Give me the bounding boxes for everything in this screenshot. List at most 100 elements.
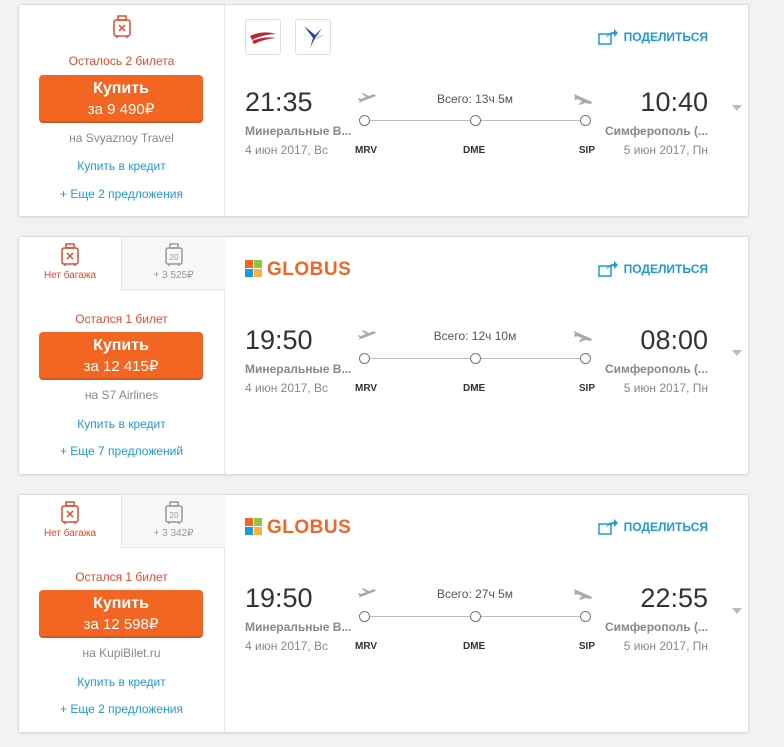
- buy-credit-link[interactable]: Купить в кредит: [19, 417, 224, 431]
- airline-logos: [245, 19, 341, 55]
- share-button[interactable]: ПОДЕЛИТЬСЯ: [597, 519, 708, 535]
- landing-icon: [574, 331, 592, 342]
- share-label: ПОДЕЛИТЬСЯ: [623, 520, 708, 534]
- tab-baggage-20kg[interactable]: 20 + 3 342₽: [121, 495, 225, 548]
- tab-baggage-20kg[interactable]: 20 + 3 525₽: [121, 237, 225, 290]
- airport-code-origin: MRV: [355, 641, 378, 652]
- share-label: ПОДЕЛИТЬСЯ: [623, 30, 708, 44]
- arrival-time: 22:55: [640, 583, 708, 613]
- airline-name: GLOBUS: [267, 259, 352, 280]
- airport-code-transfer: DME: [463, 383, 486, 394]
- vendor: на S7 Airlines: [84, 388, 159, 402]
- more-offers-link[interactable]: + Еще 2 предложения: [19, 187, 224, 201]
- no-baggage-icon: [61, 243, 79, 266]
- globus-logo-icon: [245, 260, 262, 277]
- buy-button[interactable]: Купить за 12 598₽: [39, 590, 203, 638]
- arrival-time: 08:00: [640, 325, 708, 355]
- globus-logo-icon: [245, 518, 262, 535]
- buy-label: Купить: [93, 337, 149, 354]
- total-duration: Всего: 27ч 5м: [437, 587, 513, 601]
- airline-name: GLOBUS: [267, 517, 352, 538]
- stop-dot: [359, 611, 370, 622]
- buy-button[interactable]: Купить за 12 415₽: [39, 332, 203, 380]
- airport-code-transfer: DME: [463, 145, 486, 156]
- airline-logo-2: [295, 19, 332, 55]
- landing-icon: [574, 589, 592, 600]
- landing-icon: [574, 94, 592, 105]
- baggage-20kg-icon: 20: [164, 501, 183, 524]
- airline-logo-1: [245, 19, 281, 55]
- baggage-extra-price: + 3 342₽: [153, 528, 194, 539]
- share-button[interactable]: ПОДЕЛИТЬСЯ: [597, 261, 708, 277]
- flight-info: ПОДЕЛИТЬСЯ 21:35 10:40 Минеральные В... …: [225, 5, 748, 216]
- airport-code-origin: MRV: [355, 383, 378, 394]
- stop-dot: [580, 353, 591, 364]
- stop-dot: [470, 115, 481, 126]
- vendor: на Svyaznoy Travel: [69, 131, 174, 145]
- more-offers-link[interactable]: + Еще 7 предложений: [19, 444, 224, 458]
- airport-code-transfer: DME: [463, 641, 486, 652]
- offer-panel: Нет багажа 20 + 3 342₽ Остался 1 билет К…: [19, 495, 225, 732]
- share-label: ПОДЕЛИТЬСЯ: [623, 262, 708, 276]
- baggage-tabs: Нет багажа 20 + 3 342₽: [19, 495, 225, 548]
- offer-panel: Осталось 2 билета Купить за 9 490₽ на Sv…: [19, 5, 225, 216]
- route-timeline: Всего: 27ч 5м MRV DME SIP: [355, 583, 595, 663]
- stop-dot: [470, 611, 481, 622]
- buy-button[interactable]: Купить за 9 490₽: [39, 75, 203, 123]
- stop-dot: [359, 115, 370, 126]
- expand-chevron-icon[interactable]: [732, 608, 742, 614]
- tab-no-baggage[interactable]: Нет багажа: [19, 237, 121, 289]
- airport-code-destination: SIP: [578, 383, 595, 394]
- arrival-city: Симферополь (...: [604, 362, 708, 376]
- vendor: на KupiBilet.ru: [82, 646, 161, 660]
- buy-credit-link[interactable]: Купить в кредит: [19, 159, 224, 173]
- baggage-extra-price: + 3 525₽: [153, 270, 194, 281]
- no-baggage-icon: [112, 15, 132, 39]
- tab-no-baggage[interactable]: Нет багажа: [19, 495, 121, 547]
- airline-logo-globus: GLOBUS: [245, 259, 351, 281]
- no-baggage-label: Нет багажа: [43, 528, 97, 539]
- departure-time: 21:35: [245, 87, 313, 117]
- no-baggage-label: Нет багажа: [43, 270, 97, 281]
- expand-chevron-icon[interactable]: [732, 105, 742, 111]
- route-timeline: Всего: 13ч 5м MRV DME SIP: [355, 87, 595, 167]
- svg-text:20: 20: [169, 253, 178, 262]
- buy-label: Купить: [93, 80, 149, 97]
- tickets-left: Остался 1 билет: [75, 570, 168, 584]
- arrival-date: 5 июн 2017, Пн: [623, 381, 708, 395]
- share-button[interactable]: ПОДЕЛИТЬСЯ: [597, 29, 708, 45]
- arrival-date: 5 июн 2017, Пн: [623, 639, 708, 653]
- share-icon: [597, 519, 618, 535]
- arrival-city: Симферополь (...: [604, 620, 708, 634]
- expand-chevron-icon[interactable]: [732, 350, 742, 356]
- buy-credit-link[interactable]: Купить в кредит: [19, 675, 224, 689]
- flight-info: GLOBUS ПОДЕЛИТЬСЯ 19:50 08:00 Минеральны…: [225, 237, 748, 474]
- stop-dot: [580, 115, 591, 126]
- departure-date: 4 июн 2017, Вс: [245, 639, 329, 653]
- ticket-card: Нет багажа 20 + 3 342₽ Остался 1 билет К…: [18, 494, 749, 733]
- ticket-card: Нет багажа 20 + 3 525₽ Остался 1 билет К…: [18, 236, 749, 475]
- offer-panel: Нет багажа 20 + 3 525₽ Остался 1 билет К…: [19, 237, 225, 474]
- baggage-20kg-icon: 20: [164, 243, 183, 266]
- price: за 12 415₽: [83, 358, 159, 375]
- more-offers-link[interactable]: + Еще 2 предложения: [19, 702, 224, 716]
- departure-city: Минеральные В...: [245, 124, 352, 138]
- departure-city: Минеральные В...: [245, 620, 352, 634]
- departure-time: 19:50: [245, 583, 313, 613]
- share-icon: [597, 29, 618, 45]
- departure-city: Минеральные В...: [245, 362, 352, 376]
- departure-time: 19:50: [245, 325, 313, 355]
- buy-label: Купить: [93, 595, 149, 612]
- svg-text:20: 20: [169, 511, 178, 520]
- airport-code-destination: SIP: [578, 641, 595, 652]
- flight-info: GLOBUS ПОДЕЛИТЬСЯ 19:50 22:55 Минеральны…: [225, 495, 748, 732]
- ticket-card: Осталось 2 билета Купить за 9 490₽ на Sv…: [18, 4, 749, 217]
- departure-date: 4 июн 2017, Вс: [245, 381, 329, 395]
- tickets-left: Остался 1 билет: [75, 312, 168, 326]
- arrival-date: 5 июн 2017, Пн: [623, 143, 708, 157]
- baggage-tabs: Нет багажа 20 + 3 525₽: [19, 237, 225, 290]
- arrival-city: Симферополь (...: [604, 124, 708, 138]
- airport-code-origin: MRV: [355, 145, 378, 156]
- price: за 12 598₽: [83, 616, 159, 633]
- stop-dot: [470, 353, 481, 364]
